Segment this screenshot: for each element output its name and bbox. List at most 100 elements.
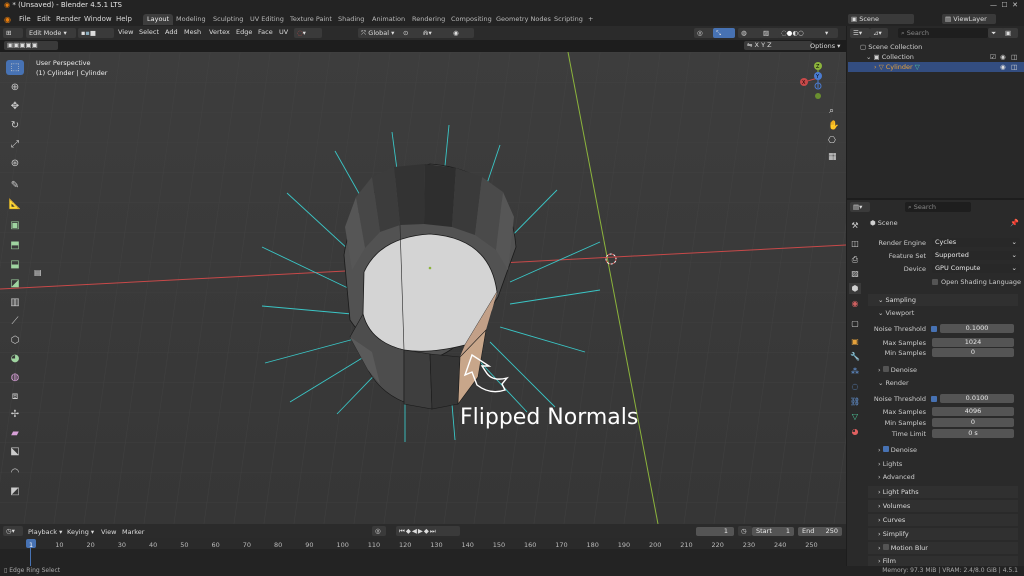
panel-film[interactable]: › Film (868, 556, 1018, 566)
transform-extra-tool-icon[interactable]: ◩ (6, 484, 24, 499)
outliner-editor-icon[interactable]: ☰▾ (850, 28, 870, 38)
panel-volumes[interactable]: › Volumes (868, 500, 1018, 512)
material-tab-icon[interactable]: ◕ (849, 426, 861, 437)
rendered-shading-icon[interactable]: ○ (798, 29, 804, 37)
visibility-eye-icon[interactable]: ◉ (1000, 62, 1006, 72)
properties-search-input[interactable]: ⌕ Search (905, 202, 971, 212)
select-box-tool-icon[interactable]: ⬚ (6, 60, 24, 75)
pivot-point-button[interactable]: ⊙ (400, 28, 422, 38)
extrude-tool-icon[interactable]: ⬒ (6, 238, 24, 253)
panel-sampling[interactable]: ⌄ Sampling (868, 294, 1018, 306)
vp-menu-face[interactable]: Face (258, 27, 273, 38)
timeline-menu-playback[interactable]: Playback ▾ (28, 527, 62, 538)
shading-modes[interactable]: ◌●◐○ (778, 28, 826, 38)
properties-editor-icon[interactable]: ▤▾ (850, 202, 870, 212)
tool-settings-select-box[interactable]: ▣▣▣▣▣ (4, 41, 58, 50)
snap-button[interactable]: ⋒▾ (420, 28, 452, 38)
tab-modeling[interactable]: Modeling (172, 14, 210, 25)
overlay-toggle[interactable]: ◍ (738, 28, 762, 38)
gizmo-toggle[interactable]: ⤡ (713, 28, 735, 38)
uv-sync-button[interactable]: ◌▾ (294, 28, 322, 38)
zoom-icon[interactable]: ⌕ (829, 106, 834, 116)
blender-menu-icon[interactable]: ◉ (4, 15, 11, 24)
tab-animation[interactable]: Animation (368, 14, 409, 25)
vp-max-samples-field[interactable]: 1024 (932, 338, 1014, 347)
output-tab-icon[interactable]: ⎙ (849, 254, 861, 265)
vp-denoise-row[interactable]: › Denoise (878, 366, 917, 374)
vp-menu-select[interactable]: Select (139, 27, 159, 38)
panel-light-paths[interactable]: › Light Paths (868, 486, 1018, 498)
constraints-tab-icon[interactable]: ⛓ (849, 396, 861, 407)
current-frame-field[interactable]: 1 (696, 527, 734, 536)
timeline-menu-marker[interactable]: Marker (122, 527, 144, 538)
measure-tool-icon[interactable]: 📐 (6, 197, 24, 212)
scene-tab-icon[interactable]: ⬢ (849, 283, 861, 294)
tab-scripting[interactable]: Scripting (550, 14, 587, 25)
tab-sculpting[interactable]: Sculpting (209, 14, 247, 25)
mirror-axes[interactable]: ⇋ X Y Z (744, 41, 812, 50)
end-frame-field[interactable]: End 250 (798, 527, 842, 536)
r-max-samples-field[interactable]: 4096 (932, 407, 1014, 416)
r-min-samples-field[interactable]: 0 (932, 418, 1014, 427)
tool-tab-icon[interactable]: ⚒ (849, 220, 861, 231)
preview-range-clock-icon[interactable]: ◷ (738, 526, 752, 536)
tab-texture-paint[interactable]: Texture Paint (286, 14, 336, 25)
pan-hand-icon[interactable]: ✋ (828, 121, 839, 131)
outliner-filter-icon[interactable]: ⊿▾ (870, 28, 888, 38)
poly-build-tool-icon[interactable]: ⬡ (6, 333, 24, 348)
menu-render[interactable]: Render (56, 15, 81, 23)
move-tool-icon[interactable]: ✥ (6, 99, 24, 114)
visibility-eye-icon[interactable]: ◉ (1000, 52, 1006, 62)
face-select-icon[interactable]: ■ (90, 29, 96, 37)
subpanel-render[interactable]: ⌄ Render (878, 379, 909, 387)
tab-shading[interactable]: Shading (334, 14, 368, 25)
object-tab-icon[interactable]: ▣ (849, 336, 861, 347)
mirror-x[interactable]: X (755, 41, 759, 49)
render-tab-icon[interactable]: ◫ (849, 238, 861, 249)
gizmo-neg-z-icon[interactable] (815, 93, 821, 99)
vp-menu-add[interactable]: Add (165, 27, 178, 38)
panel-simplify[interactable]: › Simplify (868, 528, 1018, 540)
render-camera-icon[interactable]: ◫ (1011, 62, 1017, 72)
vp-menu-mesh[interactable]: Mesh (184, 27, 201, 38)
menu-help[interactable]: Help (116, 15, 132, 23)
subpanel-lights[interactable]: › Lights (878, 460, 902, 468)
timeline-menu-view[interactable]: View (101, 527, 116, 538)
window-controls[interactable]: — ☐ ✕ (990, 1, 1018, 9)
outliner-row-cylinder[interactable]: › ▽ Cylinder ▽ ◉ ◫ (848, 62, 1024, 72)
r-noise-threshold-field[interactable]: 0.0100 (940, 394, 1014, 403)
scene-selector[interactable]: ▣ Scene (848, 14, 914, 24)
smooth-tool-icon[interactable]: ◍ (6, 370, 24, 385)
shear-tool-icon[interactable]: ▰ (6, 426, 24, 441)
tab-uv-editing[interactable]: UV Editing (246, 14, 288, 25)
vp-denoise-checkbox[interactable] (882, 366, 889, 372)
camera-view-icon[interactable]: ⎔ (828, 136, 836, 146)
outliner-row-scene-collection[interactable]: ▢ Scene Collection (848, 42, 1024, 52)
vp-noise-threshold-field[interactable]: 0.1000 (940, 324, 1014, 333)
shading-dropdown[interactable]: ▾ (822, 28, 838, 38)
outliner-row-collection[interactable]: ⌄ ▣ Collection ☑ ◉ ◫ (848, 52, 1024, 62)
jump-start-icon[interactable]: ⏮ (399, 527, 406, 535)
playback-controls[interactable]: ⏮◆◀▶◆⏭ (396, 526, 460, 536)
world-tab-icon[interactable]: ◉ (849, 298, 861, 309)
view-layer-selector[interactable]: ▤ ViewLayer (942, 14, 996, 24)
bevel-tool-icon[interactable]: ◪ (6, 276, 24, 291)
device-dropdown[interactable]: GPU Compute ⌄ (932, 264, 1020, 273)
panel-curves[interactable]: › Curves (868, 514, 1018, 526)
edge-slide-tool-icon[interactable]: ⧈ (6, 389, 24, 404)
vp-min-samples-field[interactable]: 0 (932, 348, 1014, 357)
annotate-tool-icon[interactable]: ✎ (6, 178, 24, 193)
tab-rendering[interactable]: Rendering (408, 14, 449, 25)
tab-compositing[interactable]: Compositing (447, 14, 496, 25)
inset-tool-icon[interactable]: ⬓ (6, 257, 24, 272)
physics-tab-icon[interactable]: ◌ (849, 381, 861, 392)
tab-geometry-nodes[interactable]: Geometry Nodes (492, 14, 555, 25)
particles-tab-icon[interactable]: ⁂ (849, 366, 861, 377)
render-engine-dropdown[interactable]: Cycles ⌄ (932, 238, 1020, 247)
navigation-gizmo[interactable]: Z Y X (794, 58, 834, 102)
perspective-toggle-icon[interactable]: ▦ (828, 152, 837, 162)
view-layer-tab-icon[interactable]: ▨ (849, 268, 861, 279)
record-icon[interactable]: ◎ (372, 526, 386, 536)
vp-menu-vertex[interactable]: Vertex (209, 27, 230, 38)
xray-toggle[interactable]: ▨ (760, 28, 780, 38)
